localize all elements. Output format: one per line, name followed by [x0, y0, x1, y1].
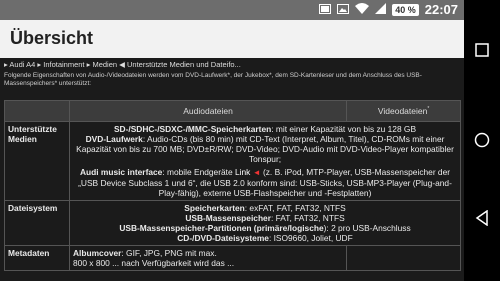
metadata-video-cell — [346, 245, 461, 271]
page-title: Übersicht — [10, 28, 94, 48]
link-arrow-icon: ◄ — [252, 168, 261, 177]
table-row: Metadaten Albumcover: GIF, JPG, PNG mit … — [4, 245, 461, 271]
link[interactable]: Link — [235, 167, 250, 177]
android-nav-bar — [464, 0, 500, 281]
breadcrumb-item-current: ◀ Unterstützte Medien und Dateifo... — [119, 60, 241, 69]
square-icon — [475, 43, 489, 57]
breadcrumb-item-medien[interactable]: ▸ Medien — [87, 60, 117, 69]
home-button[interactable] — [464, 120, 500, 160]
breadcrumb-item-infotainment[interactable]: ▸ Infotainment — [37, 60, 84, 69]
status-icons: 40 % 22:07 — [319, 2, 458, 17]
circle-icon — [474, 132, 490, 148]
table-row: Dateisystem Speicherkarten: exFAT, FAT, … — [4, 200, 461, 246]
table-corner — [4, 100, 70, 122]
image-icon — [337, 3, 350, 17]
filesystem-cell: Speicherkarten: exFAT, FAT, FAT32, NTFS … — [69, 200, 461, 246]
media-cell: SD-/SDHC-/SDXC-/MMC-Speicherkarten: mit … — [69, 121, 461, 201]
media-spec-table: Audiodateien Videodateien* Unterstützte … — [4, 100, 461, 271]
row-label-filesystem: Dateisystem — [4, 200, 70, 246]
table-header-row: Audiodateien Videodateien* — [4, 100, 461, 122]
intro-text: Folgende Eigenschaften von Audio-/Videod… — [4, 72, 422, 87]
breadcrumb-item-audi-a4[interactable]: ▸ Audi A4 — [4, 60, 35, 69]
status-bar: 40 % 22:07 — [0, 0, 464, 20]
app-header: Übersicht — [0, 20, 464, 59]
battery-level: 40 % — [392, 3, 419, 16]
content-area[interactable]: ▸ Audi A4 ▸ Infotainment ▸ Medien ◀ Unte… — [0, 58, 464, 281]
signal-icon — [375, 2, 387, 17]
overview-button[interactable] — [464, 30, 500, 70]
back-button[interactable] — [464, 198, 500, 238]
column-header-video: Videodateien* — [346, 100, 461, 122]
row-label-media: Unterstützte Medien — [4, 121, 70, 201]
wifi-icon — [355, 2, 370, 17]
row-label-metadata: Metadaten — [4, 245, 70, 271]
triangle-back-icon — [475, 210, 488, 226]
metadata-audio-cell: Albumcover: GIF, JPG, PNG mit max. 800 x… — [68, 245, 348, 271]
clock: 22:07 — [424, 2, 458, 17]
breadcrumb: ▸ Audi A4 ▸ Infotainment ▸ Medien ◀ Unte… — [4, 60, 241, 69]
table-row: Unterstützte Medien SD-/SDHC-/SDXC-/MMC-… — [4, 121, 461, 201]
column-header-audio: Audiodateien — [68, 100, 348, 122]
cast-icon — [319, 3, 332, 17]
